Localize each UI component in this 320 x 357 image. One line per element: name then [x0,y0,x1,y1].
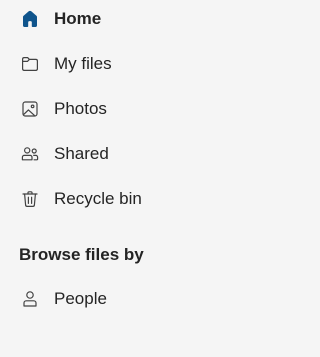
people-icon [20,144,40,164]
nav-item-label: My files [54,54,112,73]
trash-icon [20,189,40,209]
nav-item-shared[interactable]: Shared [0,134,282,174]
nav-item-label: Photos [54,99,107,118]
nav-item-label: Shared [54,144,109,163]
nav-item-recycle-bin[interactable]: Recycle bin [0,179,282,219]
home-icon [20,9,40,29]
folder-icon [20,54,40,74]
image-icon [20,99,40,119]
nav-item-label: People [54,289,107,308]
nav-item-label: Home [54,9,102,28]
person-icon [20,289,40,309]
nav-item-label: Recycle bin [54,189,142,208]
nav-item-my-files[interactable]: My files [0,44,282,84]
nav-item-people[interactable]: People [0,279,282,319]
browse-files-by-heading: Browse files by [19,245,144,264]
nav-item-photos[interactable]: Photos [0,89,282,129]
nav-item-home[interactable]: Home [0,0,282,39]
